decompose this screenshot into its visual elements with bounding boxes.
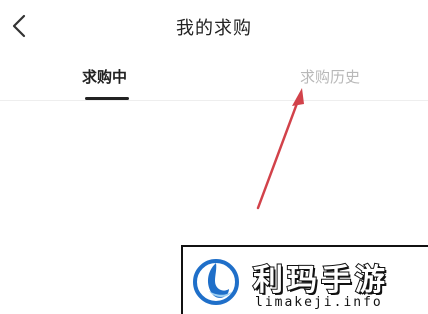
navigation-bar: 我的求购 — [0, 0, 428, 56]
tab-request-history[interactable]: 求购历史 — [300, 66, 360, 87]
watermark-url: limakeji.info — [255, 295, 383, 310]
site-watermark: 利玛手游 limakeji.info — [181, 245, 428, 314]
page-title: 我的求购 — [176, 18, 252, 39]
watermark-logo-icon — [193, 259, 239, 305]
watermark-name: 利玛手游 — [252, 262, 389, 299]
tab-divider — [0, 100, 428, 101]
tab-requesting[interactable]: 求购中 — [82, 66, 127, 87]
tab-bar: 求购中 求购历史 — [0, 56, 428, 100]
